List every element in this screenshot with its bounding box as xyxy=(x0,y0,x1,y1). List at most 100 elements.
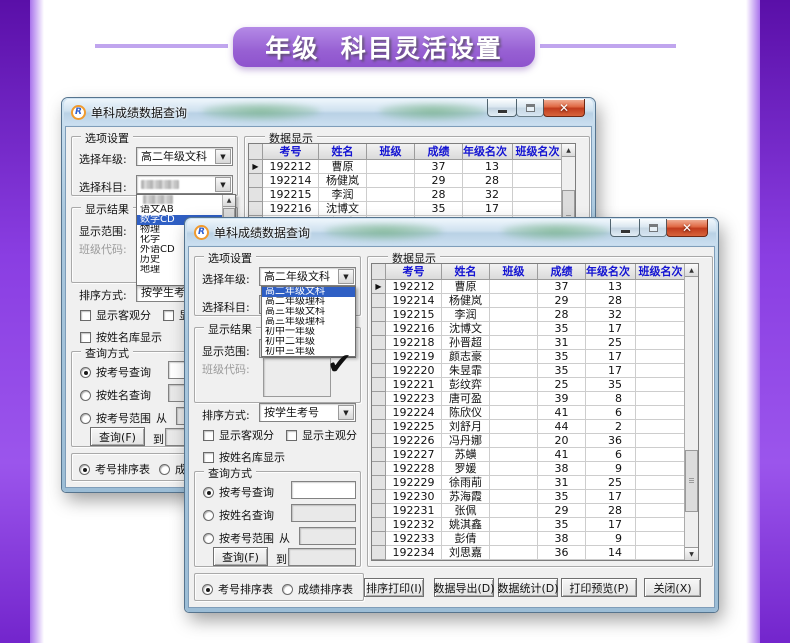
query-by-id-radio[interactable] xyxy=(203,487,214,498)
scroll-up-icon[interactable]: ▲ xyxy=(562,144,575,157)
id-sort-radio-row[interactable]: 考号排序表 xyxy=(202,581,273,597)
subjective-checkbox[interactable] xyxy=(163,310,174,321)
column-header[interactable]: 成绩 xyxy=(415,144,463,160)
row-selector[interactable] xyxy=(372,350,386,364)
id-sort-radio-row[interactable]: 考号排序表 xyxy=(79,461,150,477)
column-header[interactable]: 姓名 xyxy=(442,264,490,280)
column-header[interactable]: 班级名次 xyxy=(513,144,563,160)
current-row-indicator[interactable]: ▶ xyxy=(372,280,386,294)
table-row[interactable]: 192230苏海霞3517 xyxy=(372,490,698,504)
grade-option[interactable]: 高二年级文科 xyxy=(262,287,355,297)
close-window-button[interactable]: 关闭(X) xyxy=(644,578,701,597)
table-row[interactable]: 192216沈博文3517 xyxy=(372,322,698,336)
query-by-id-row[interactable]: 按考号查询 xyxy=(80,364,151,380)
query-button[interactable]: 查询(F) xyxy=(90,427,145,446)
name-lib-checkbox[interactable] xyxy=(203,452,214,463)
score-sort-radio[interactable] xyxy=(159,464,170,475)
query-by-name-row[interactable]: 按姓名查询 xyxy=(203,507,274,523)
scroll-up-icon[interactable]: ▲ xyxy=(685,264,698,277)
grade-option[interactable]: 初中二年级 xyxy=(262,337,355,347)
row-selector[interactable] xyxy=(372,546,386,560)
sort-combobox[interactable]: 按学生考号 ▼ xyxy=(259,403,356,422)
query-by-name-row[interactable]: 按姓名查询 xyxy=(80,387,151,403)
query-button[interactable]: 查询(F) xyxy=(213,547,268,566)
table-row[interactable]: 192223唐可盈398 xyxy=(372,392,698,406)
data-export-button[interactable]: 数据导出(D) xyxy=(434,578,494,597)
query-by-range-radio[interactable] xyxy=(80,413,91,424)
row-selector[interactable] xyxy=(372,476,386,490)
sort-print-button[interactable]: 排序打印(I) xyxy=(364,578,424,597)
table-row[interactable]: 192232姚淇鑫3517 xyxy=(372,518,698,532)
table-row[interactable]: 192231张佩2928 xyxy=(372,504,698,518)
row-selector[interactable] xyxy=(249,202,263,216)
grade-combobox[interactable]: 高二年级文科 ▼ xyxy=(259,267,356,286)
objective-checkbox-row[interactable]: 显示客观分 xyxy=(203,427,274,443)
column-header[interactable]: 年级名次 xyxy=(463,144,513,160)
row-selector[interactable] xyxy=(372,490,386,504)
table-row[interactable]: 192234刘思嘉3614 xyxy=(372,546,698,560)
row-selector[interactable] xyxy=(372,504,386,518)
scroll-up-icon[interactable]: ▲ xyxy=(223,195,235,207)
query-by-name-radio[interactable] xyxy=(80,390,91,401)
column-header[interactable]: 班级 xyxy=(367,144,415,160)
current-row-indicator[interactable]: ▶ xyxy=(249,160,263,174)
maximize-button[interactable] xyxy=(639,219,667,237)
chevron-down-icon[interactable]: ▼ xyxy=(338,405,354,420)
id-sort-radio[interactable] xyxy=(79,464,90,475)
print-preview-button[interactable]: 打印预览(P) xyxy=(561,578,637,597)
close-button[interactable]: ✕ xyxy=(543,99,585,117)
column-header[interactable]: 考号 xyxy=(386,264,442,280)
row-selector[interactable] xyxy=(372,308,386,322)
table-row[interactable]: ▶192212曹原3713 xyxy=(372,280,698,294)
score-sort-radio[interactable] xyxy=(282,584,293,595)
column-header[interactable]: 年级名次 xyxy=(586,264,636,280)
table-row[interactable]: 192214杨健岚2928 xyxy=(372,294,698,308)
grade-option[interactable]: 高三年级理科 xyxy=(262,317,355,327)
query-by-range-row[interactable]: 按考号范围 从 xyxy=(80,410,167,426)
subject-option-censored[interactable] xyxy=(137,195,222,205)
maximize-button[interactable] xyxy=(516,99,544,117)
data-statistics-button[interactable]: 数据统计(D) xyxy=(498,578,558,597)
window-titlebar[interactable]: R 单科成绩数据查询 ✕ xyxy=(64,99,593,125)
column-header[interactable]: 班级名次 xyxy=(636,264,686,280)
row-selector[interactable] xyxy=(372,518,386,532)
table-row[interactable]: 192219颜志豪3517 xyxy=(372,350,698,364)
grade-option[interactable]: 高三年级文科 xyxy=(262,307,355,317)
query-by-range-row[interactable]: 按考号范围 从 xyxy=(203,530,290,546)
score-sort-radio-row[interactable]: 成绩排序表 xyxy=(282,581,353,597)
query-by-id-row[interactable]: 按考号查询 xyxy=(203,484,274,500)
row-selector[interactable] xyxy=(372,294,386,308)
name-lib-checkbox[interactable] xyxy=(80,332,91,343)
grade-option[interactable]: 高二年级理科 xyxy=(262,297,355,307)
table-row[interactable]: 192227苏蟥416 xyxy=(372,448,698,462)
chevron-down-icon[interactable]: ▼ xyxy=(215,149,231,164)
row-selector[interactable] xyxy=(372,336,386,350)
score-table[interactable]: 考号姓名班级成绩年级名次班级名次 ▶192212曹原3713192214杨健岚2… xyxy=(371,263,699,561)
subjective-checkbox-row[interactable]: 显示主观分 xyxy=(286,427,357,443)
table-row[interactable]: 192225刘舒月442 xyxy=(372,420,698,434)
row-selector[interactable] xyxy=(249,174,263,188)
query-by-id-radio[interactable] xyxy=(80,367,91,378)
table-row[interactable]: 192221彭纹弈2535 xyxy=(372,378,698,392)
minimize-button[interactable] xyxy=(487,99,517,117)
row-selector[interactable] xyxy=(372,462,386,476)
column-header[interactable]: 班级 xyxy=(490,264,538,280)
scrollbar-thumb[interactable] xyxy=(685,450,698,512)
row-selector[interactable] xyxy=(372,406,386,420)
query-by-range-radio[interactable] xyxy=(203,533,214,544)
table-row[interactable]: 192226冯丹娜2036 xyxy=(372,434,698,448)
row-selector[interactable] xyxy=(249,188,263,202)
row-selector[interactable] xyxy=(372,434,386,448)
scroll-down-icon[interactable]: ▼ xyxy=(685,547,698,560)
table-row[interactable]: 192229徐雨萷3125 xyxy=(372,476,698,490)
column-header[interactable]: 姓名 xyxy=(319,144,367,160)
objective-checkbox[interactable] xyxy=(203,430,214,441)
column-header[interactable]: 成绩 xyxy=(538,264,586,280)
table-row[interactable]: 192215李润2832 xyxy=(372,308,698,322)
table-row[interactable]: 192218孙晋超3125 xyxy=(372,336,698,350)
minimize-button[interactable] xyxy=(610,219,640,237)
row-selector[interactable] xyxy=(372,420,386,434)
name-lib-checkbox-row[interactable]: 按姓名库显示 xyxy=(203,449,285,465)
table-row[interactable]: 192228罗媛389 xyxy=(372,462,698,476)
window-titlebar[interactable]: R 单科成绩数据查询 ✕ xyxy=(187,219,716,245)
